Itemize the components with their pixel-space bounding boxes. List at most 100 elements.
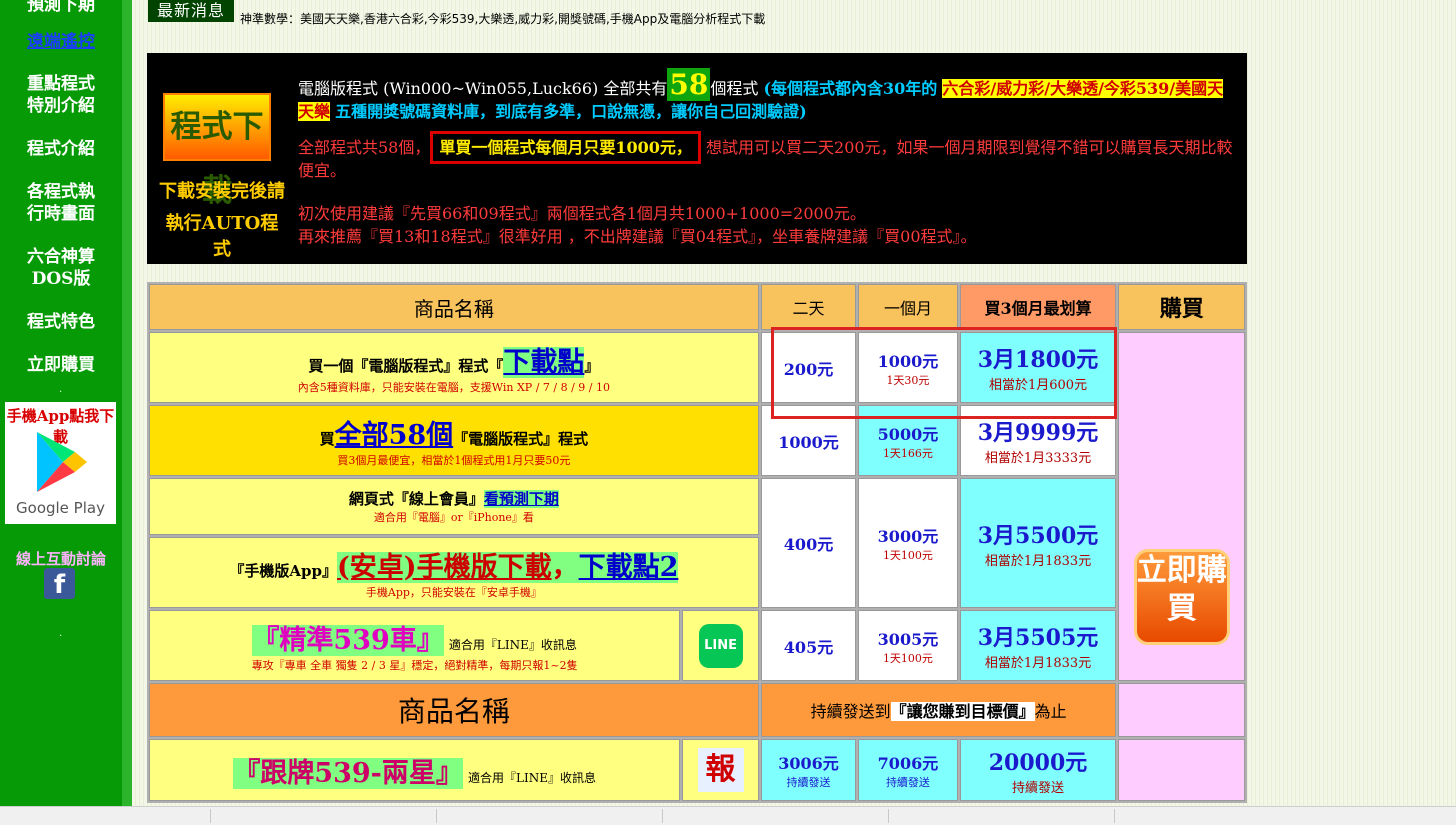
sidebar-item-programs[interactable]: 程式介紹: [0, 138, 122, 160]
price-per-day: 1天100元: [882, 549, 933, 562]
sidebar-border: [122, 0, 132, 806]
download-logo-sub: 下載安裝完後請: [159, 181, 285, 202]
price-two-day: 400元: [760, 478, 857, 608]
price-three-month-cell: 3月9999元 相當於1月3333元: [959, 405, 1117, 476]
line-icon-cell: LINE: [682, 610, 759, 681]
price-per-day: 1天30元: [886, 373, 930, 387]
product-title-text: 『手機版App』: [229, 562, 338, 580]
col-header-buy: 購買: [1118, 284, 1245, 330]
section2-header: 商品名稱: [149, 683, 759, 737]
product-note: 專攻『專車 全車 獨隻 2 / 3 星』穩定，絕對精準，每期只報1~2隻: [251, 659, 578, 672]
buy-column: 立即購買: [1118, 332, 1245, 681]
pricing-table: 商品名稱 二天 一個月 買3個月最划算 購買 買一個『電腦版程式』程式『下載點』…: [147, 282, 1247, 803]
sidebar-item-remote[interactable]: 遠端遙控: [0, 31, 122, 53]
banner-text-span: 電腦版程式 (Win000~Win055,Luck66) 全部共有: [298, 79, 668, 98]
product-title-text: 『精準539車』: [252, 625, 444, 656]
price-three-month-cell: 3月5505元 相當於1月1833元: [959, 610, 1117, 681]
product-title-text: ，: [551, 552, 579, 583]
taskbar-divider: [210, 809, 211, 823]
product-note: 內含5種資料庫，只能安裝在電腦，支援Win XP / 7 / 8 / 9 / 1…: [297, 381, 610, 394]
banner-text-span: (每個程式都內含30年的: [763, 79, 938, 98]
download-logo-sub: 執行AUTO程式: [165, 213, 279, 260]
product-title: 『手機版App』(安卓)手機版下載，下載點2: [150, 545, 758, 584]
product-title: 買一個『電腦版程式』程式『下載點』: [150, 340, 758, 379]
product-title: 網頁式『線上會員』看預測下期: [150, 488, 758, 509]
price-highlight-box: 單買一個程式每個月只要1000元，: [430, 131, 701, 164]
price-month: 7006元: [877, 754, 939, 773]
sidebar-item-prediction[interactable]: 預測下期: [0, 0, 122, 16]
buy-column: [1118, 683, 1245, 737]
product-row-app: 『手機版App』(安卓)手機版下載，下載點2 手機App，只能安裝在『安卓手機』: [149, 537, 759, 608]
price-month-cell: 3000元 1天100元: [858, 478, 958, 608]
price-month: 3000元: [877, 527, 939, 546]
discussion-label[interactable]: 線上互動討論: [0, 548, 122, 569]
sidebar-item-label: 各程式執: [27, 182, 95, 202]
price-three-month: 3月1800元: [977, 347, 1099, 373]
price-equivalent: 相當於1月1833元: [984, 553, 1092, 569]
program-count: 58: [667, 68, 711, 101]
banner-text-span: 個程式: [710, 79, 759, 98]
product-note: 適合用『電腦』or『iPhone』看: [373, 511, 534, 524]
price-per-day: 1天100元: [882, 651, 933, 665]
price-month-cell: 1000元 1天30元: [858, 332, 958, 403]
taskbar-strip: [0, 806, 1456, 825]
all-programs-link[interactable]: 全部58個: [335, 420, 454, 451]
google-play-download[interactable]: 手機App點我下載 Google Play: [5, 402, 116, 524]
price-per-day: 1天166元: [882, 446, 933, 460]
price-three-month-cell: 20000元 持續發送: [959, 739, 1117, 801]
sidebar-item-label: DOS版: [31, 269, 91, 289]
product-title-text: 買: [319, 430, 335, 448]
price-equivalent: 相當於1月3333元: [984, 451, 1092, 466]
line-icon[interactable]: LINE: [698, 623, 743, 668]
report-icon-cell: 報: [682, 739, 759, 801]
price-month-cell: 5000元 1天166元: [858, 405, 958, 476]
sidebar-item-features[interactable]: 程式特色: [0, 311, 122, 333]
sidebar-item-label: 特別介紹: [27, 96, 95, 116]
price-month: 5000元: [877, 424, 939, 444]
section2-note: 持續發送到『讓您賺到目標價』為止: [760, 683, 1117, 737]
product-note: 買3個月最便宜，相當於1個程式用1月只要50元: [337, 454, 571, 467]
price-month: 3005元: [877, 629, 939, 649]
download-link-2[interactable]: 下載點2: [578, 552, 679, 583]
divider-dot: .: [59, 384, 63, 395]
view-prediction-link[interactable]: 看預測下期: [483, 490, 559, 508]
sidebar-item-dos[interactable]: 六合神算 DOS版: [0, 246, 122, 290]
taskbar-divider: [1114, 809, 1115, 823]
google-play-label: Google Play: [16, 499, 105, 517]
sidebar-item-featured[interactable]: 重點程式 特別介紹: [0, 73, 122, 117]
banner-paragraph: 電腦版程式 (Win000~Win055,Luck66) 全部共有58 個程式 (…: [298, 68, 1233, 123]
price-three-month: 3月5505元: [977, 625, 1099, 651]
product-row-single: 買一個『電腦版程式』程式『下載點』 內含5種資料庫，只能安裝在電腦，支援Win …: [149, 332, 759, 403]
price-two-day: 1000元: [760, 405, 857, 476]
price-month-cell: 3005元 1天100元: [858, 610, 958, 681]
price-month-cell: 7006元 持續發送: [858, 739, 958, 801]
banner-recommend-2: 再來推薦『買13和18程式』很準好用 ，不出牌建議『買04程式』，坐車養牌建議『…: [298, 227, 977, 246]
sidebar-item-label: 行時畫面: [27, 204, 95, 224]
product-title-text: 網頁式『線上會員』: [348, 490, 484, 508]
price-sub: 持續發送: [1012, 780, 1065, 796]
section2-note-highlight: 『讓您賺到目標價』: [890, 702, 1035, 721]
download-logo[interactable]: 程式下載 下載安裝完後請 執行AUTO程式: [159, 81, 285, 260]
product-title-text: 買一個『電腦版程式』程式『: [308, 357, 504, 375]
taskbar-divider: [662, 809, 663, 823]
news-label: 最新消息: [148, 0, 234, 22]
android-download-link[interactable]: (安卓)手機版下載: [337, 552, 552, 583]
product-row-539-car: 『精準539車』 適合用『LINE』收訊息 專攻『專車 全車 獨隻 2 / 3 …: [149, 610, 681, 681]
sidebar-item-buy-now[interactable]: 立即購買: [0, 354, 122, 376]
product-row-all: 買全部58個『電腦版程式』程式 買3個月最便宜，相當於1個程式用1月只要50元: [149, 405, 759, 476]
product-row-online: 網頁式『線上會員』看預測下期 適合用『電腦』or『iPhone』看: [149, 478, 759, 535]
price-three-month-cell: 3月1800元 相當於1月600元: [959, 332, 1117, 403]
facebook-icon[interactable]: f: [44, 568, 75, 599]
banner-text: 電腦版程式 (Win000~Win055,Luck66) 全部共有58 個程式 (…: [298, 68, 1233, 248]
buy-column: [1118, 739, 1245, 801]
promo-banner: 程式下載 下載安裝完後請 執行AUTO程式 電腦版程式 (Win000~Win0…: [147, 53, 1247, 264]
taskbar-divider: [436, 809, 437, 823]
download-link[interactable]: 下載點: [503, 347, 585, 378]
buy-now-button[interactable]: 立即購買: [1133, 548, 1230, 645]
report-icon[interactable]: 報: [697, 748, 744, 792]
product-title: 買全部58個『電腦版程式』程式: [150, 413, 758, 452]
sidebar-item-screenshots[interactable]: 各程式執 行時畫面: [0, 181, 122, 225]
col-header-product: 商品名稱: [149, 284, 759, 330]
col-header-three-month: 買3個月最划算: [959, 284, 1117, 330]
google-play-icon: [37, 432, 87, 492]
